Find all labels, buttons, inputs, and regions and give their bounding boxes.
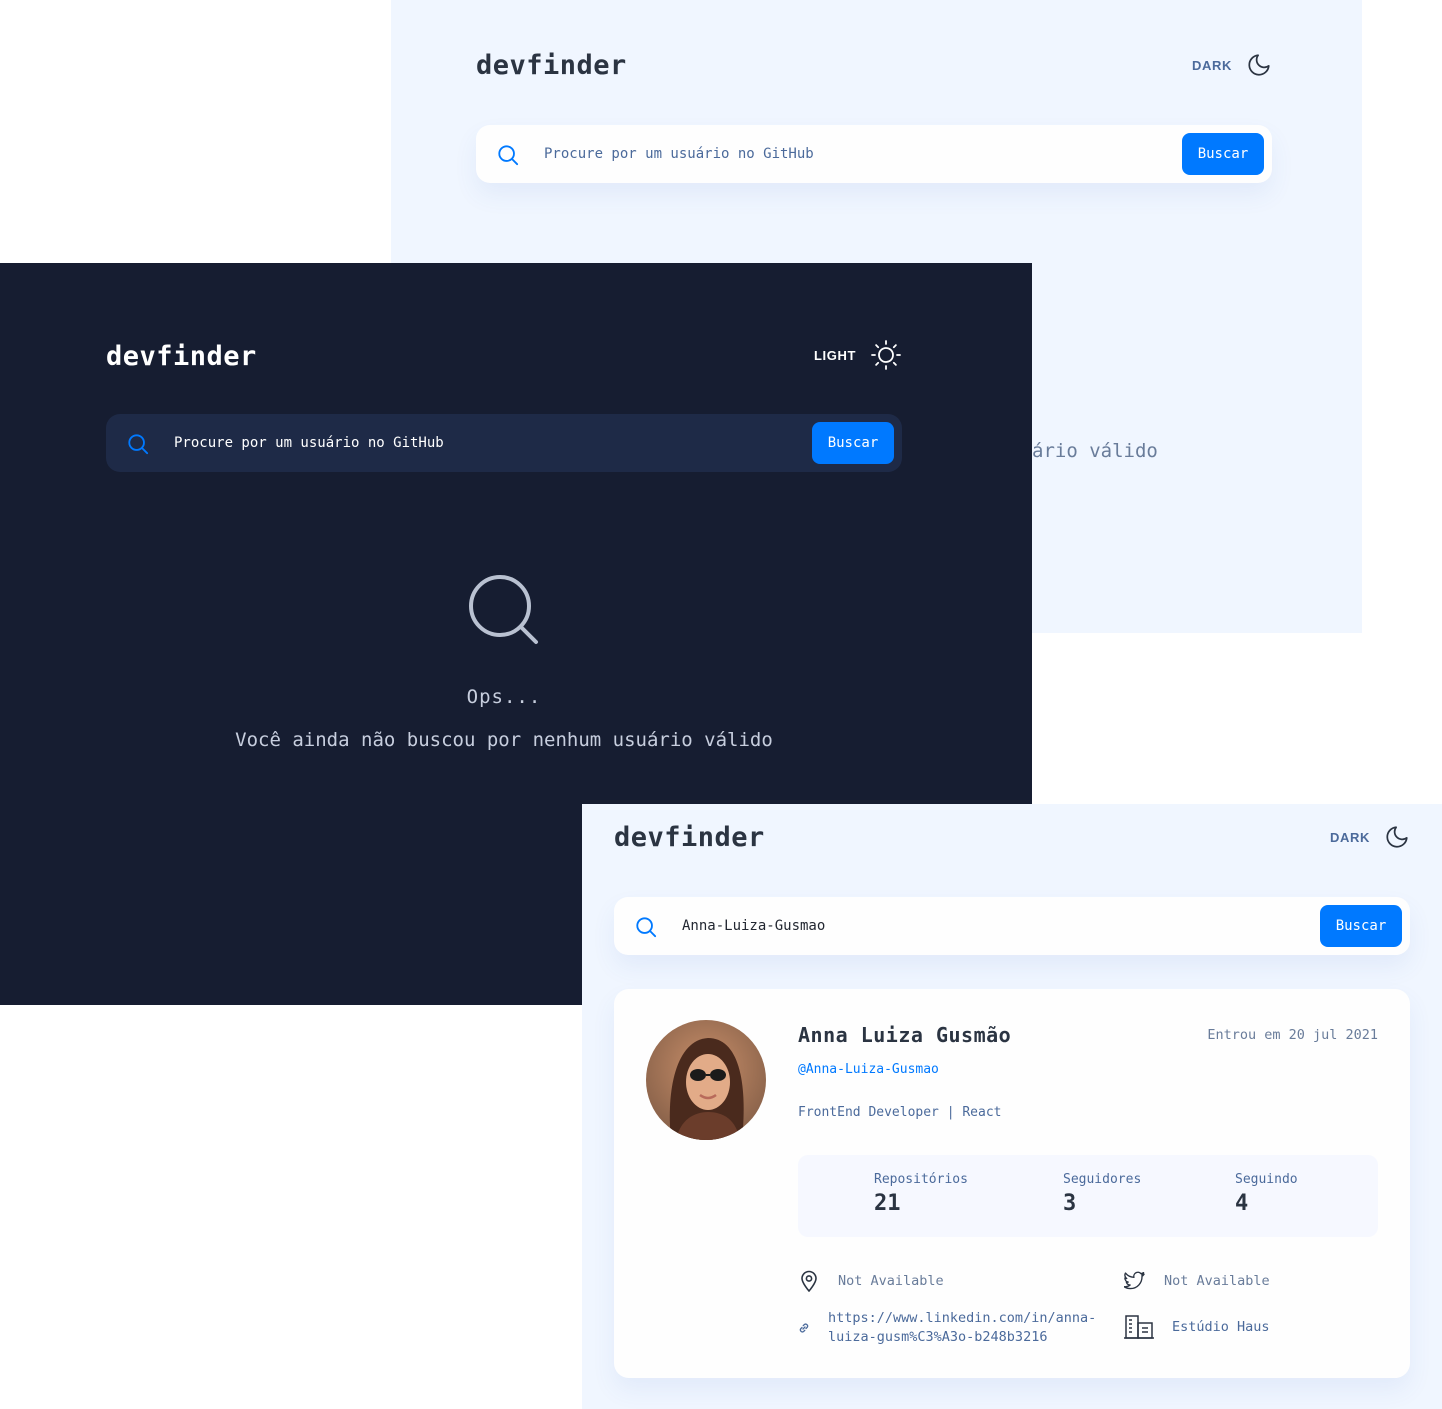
location-info: Not Available bbox=[798, 1270, 944, 1292]
empty-state-title: Ops... bbox=[466, 686, 542, 708]
search-input[interactable]: Procure por um usuário no GitHub bbox=[544, 146, 814, 162]
link-icon bbox=[799, 1323, 809, 1333]
app-logo: devfinder bbox=[476, 50, 627, 81]
search-bar: Procure por um usuário no GitHub Buscar bbox=[106, 414, 902, 472]
theme-toggle-label: LIGHT bbox=[814, 347, 856, 363]
stat-repos: Repositórios 21 bbox=[874, 1172, 968, 1216]
search-input[interactable]: Procure por um usuário no GitHub bbox=[174, 435, 444, 451]
theme-toggle[interactable]: DARK bbox=[1192, 52, 1272, 78]
stat-label: Seguindo bbox=[1235, 1172, 1298, 1187]
stats-panel: Repositórios 21 Seguidores 3 Seguindo 4 bbox=[798, 1155, 1378, 1237]
stat-label: Repositórios bbox=[874, 1172, 968, 1187]
app-logo: devfinder bbox=[614, 822, 765, 853]
light-theme-screen-result: devfinder DARK Anna-Luiza-Gusmao Buscar bbox=[582, 804, 1442, 1409]
search-icon bbox=[636, 917, 657, 938]
search-icon bbox=[498, 145, 519, 166]
profile-bio: FrontEnd Developer | React bbox=[798, 1105, 1002, 1120]
profile-card: Anna Luiza Gusmão Entrou em 20 jul 2021 … bbox=[614, 989, 1410, 1378]
theme-toggle[interactable]: DARK bbox=[1330, 824, 1410, 850]
location-icon bbox=[801, 1270, 817, 1292]
search-bar: Procure por um usuário no GitHub Buscar bbox=[476, 125, 1272, 183]
company-icon bbox=[1124, 1315, 1154, 1339]
blog-link-line2: luiza-gusm%C3%A3o-b248b3216 bbox=[828, 1329, 1048, 1345]
joined-date: Entrou em 20 jul 2021 bbox=[1207, 1027, 1378, 1043]
theme-toggle-label: DARK bbox=[1330, 829, 1370, 845]
profile-login-link[interactable]: @Anna-Luiza-Gusmao bbox=[798, 1062, 939, 1077]
search-button[interactable]: Buscar bbox=[1182, 133, 1264, 175]
twitter-icon bbox=[1124, 1271, 1145, 1290]
search-empty-state-icon bbox=[469, 575, 538, 644]
empty-state-message: Você ainda não buscou por nenhum usuário… bbox=[235, 729, 773, 751]
twitter-text: Not Available bbox=[1164, 1273, 1270, 1289]
moon-icon bbox=[1386, 826, 1408, 848]
blog-info[interactable]: https://www.linkedin.com/in/anna-luiza-g… bbox=[798, 1309, 1096, 1347]
sun-icon bbox=[871, 340, 901, 370]
stat-value: 3 bbox=[1063, 1191, 1077, 1216]
theme-toggle[interactable]: LIGHT bbox=[814, 339, 902, 371]
twitter-info: Not Available bbox=[1124, 1270, 1270, 1292]
theme-toggle-label: DARK bbox=[1192, 57, 1232, 73]
search-input[interactable]: Anna-Luiza-Gusmao bbox=[682, 918, 825, 934]
avatar bbox=[646, 1020, 766, 1140]
stat-value: 4 bbox=[1235, 1191, 1249, 1216]
company-text: Estúdio Haus bbox=[1172, 1319, 1270, 1335]
empty-message-partial: ário válido bbox=[1032, 440, 1158, 462]
search-icon bbox=[128, 434, 149, 455]
moon-icon bbox=[1248, 54, 1270, 76]
blog-link-line1: https://www.linkedin.com/in/anna- bbox=[828, 1310, 1097, 1326]
stat-followers: Seguidores 3 bbox=[1063, 1172, 1141, 1216]
company-info: Estúdio Haus bbox=[1124, 1315, 1270, 1339]
search-button[interactable]: Buscar bbox=[1320, 905, 1402, 947]
location-text: Not Available bbox=[838, 1273, 944, 1289]
app-logo: devfinder bbox=[106, 341, 257, 372]
search-bar: Anna-Luiza-Gusmao Buscar bbox=[614, 897, 1410, 955]
stat-value: 21 bbox=[874, 1191, 901, 1216]
search-button[interactable]: Buscar bbox=[812, 422, 894, 464]
profile-name: Anna Luiza Gusmão bbox=[798, 1023, 1012, 1047]
stat-following: Seguindo 4 bbox=[1235, 1172, 1298, 1216]
stat-label: Seguidores bbox=[1063, 1172, 1142, 1187]
blog-link[interactable]: https://www.linkedin.com/in/anna-luiza-g… bbox=[828, 1309, 1096, 1347]
